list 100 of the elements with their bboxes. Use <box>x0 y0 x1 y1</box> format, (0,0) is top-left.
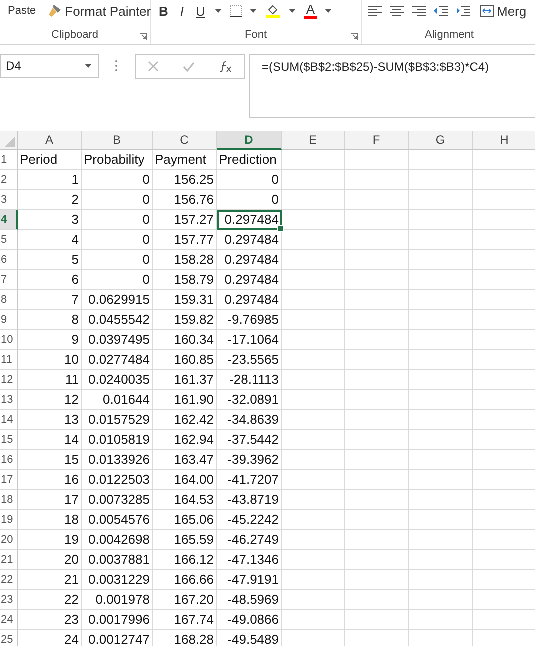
table-cell: 13 <box>18 410 82 430</box>
align-icon[interactable] <box>390 6 404 16</box>
table-cell: 0 <box>217 190 282 210</box>
name-box[interactable]: D4 <box>0 54 99 78</box>
paste-button[interactable]: Paste <box>6 5 38 17</box>
table-cell: 0.0133926 <box>82 450 153 470</box>
row-header[interactable]: 5 <box>0 230 18 250</box>
table-cell: 19 <box>18 530 82 550</box>
row-header[interactable]: 24 <box>0 610 18 630</box>
underline-button[interactable]: U <box>194 4 208 18</box>
borders-icon[interactable] <box>230 5 242 17</box>
table-cell: 10 <box>18 350 82 370</box>
table-cell: 12 <box>18 390 82 410</box>
table-cell: 5 <box>18 250 82 270</box>
align-icon[interactable] <box>412 6 426 16</box>
table-cell: 15 <box>18 450 82 470</box>
table-cell: 0.0042698 <box>82 530 153 550</box>
dialog-launcher-icon[interactable] <box>140 33 147 40</box>
row-header[interactable]: 23 <box>0 590 18 610</box>
row-header[interactable]: 19 <box>0 510 18 530</box>
row-header[interactable]: 11 <box>0 350 18 370</box>
format-painter-button[interactable]: Format Painter <box>46 4 154 18</box>
table-cell: 156.25 <box>153 170 217 190</box>
table-cell: 0.297484 <box>217 230 282 250</box>
table-cell: 0.0122503 <box>82 470 153 490</box>
table-cell: -45.2242 <box>217 510 282 530</box>
fill-color-icon[interactable] <box>265 4 282 18</box>
decrease-indent-icon[interactable] <box>434 6 448 16</box>
table-cell: Probability <box>82 150 153 170</box>
table-cell: 0 <box>217 170 282 190</box>
row-header[interactable]: 4 <box>0 210 18 230</box>
table-cell: -23.5565 <box>217 350 282 370</box>
table-cell: 168.28 <box>153 630 217 646</box>
table-cell: 0.0455542 <box>82 310 153 330</box>
table-cell: 2 <box>18 190 82 210</box>
row-header[interactable]: 12 <box>0 370 18 390</box>
table-cell: 17 <box>18 490 82 510</box>
row-header[interactable]: 6 <box>0 250 18 270</box>
table-cell: 0.0012747 <box>82 630 153 646</box>
row-header[interactable]: 2 <box>0 170 18 190</box>
column-header[interactable]: A <box>18 131 82 150</box>
dialog-launcher-icon[interactable] <box>351 33 358 40</box>
row-header[interactable]: 21 <box>0 550 18 570</box>
table-cell: 0.0031229 <box>82 570 153 590</box>
table-cell: 160.85 <box>153 350 217 370</box>
table-cell: -17.1064 <box>217 330 282 350</box>
column-header[interactable]: H <box>473 131 535 150</box>
function-icon[interactable] <box>219 60 232 72</box>
row-header[interactable]: 14 <box>0 410 18 430</box>
column-header[interactable]: G <box>409 131 473 150</box>
table-cell: -49.5489 <box>217 630 282 646</box>
table-cell: 161.90 <box>153 390 217 410</box>
table-cell: -41.7207 <box>217 470 282 490</box>
row-header[interactable]: 18 <box>0 490 18 510</box>
caret-icon <box>215 9 222 13</box>
table-cell: 0.0629915 <box>82 290 153 310</box>
table-cell: 8 <box>18 310 82 330</box>
increase-indent-icon[interactable] <box>456 6 470 16</box>
selected-cell: 0.297484 <box>217 210 282 230</box>
row-header[interactable]: 22 <box>0 570 18 590</box>
table-cell: 6 <box>18 270 82 290</box>
row-header[interactable]: 15 <box>0 430 18 450</box>
row-header[interactable]: 1 <box>0 150 18 170</box>
table-cell: 0.297484 <box>217 290 282 310</box>
caret-icon <box>250 9 258 13</box>
italic-button[interactable]: I <box>178 4 186 18</box>
table-cell: 166.66 <box>153 570 217 590</box>
column-header[interactable]: C <box>153 131 217 150</box>
column-header[interactable]: D <box>217 131 282 150</box>
row-header[interactable]: 16 <box>0 450 18 470</box>
table-cell: 3 <box>18 210 82 230</box>
font-color-button[interactable]: A <box>304 4 318 18</box>
row-header[interactable]: 13 <box>0 390 18 410</box>
more-icon[interactable] <box>115 60 118 72</box>
formula-field[interactable]: =(SUM($B$2:$B$25)-SUM($B$3:$B3)*C4) <box>249 54 535 118</box>
column-header[interactable]: B <box>82 131 153 150</box>
group-label: Alignment <box>424 29 475 43</box>
row-header[interactable]: 8 <box>0 290 18 310</box>
row-header[interactable]: 7 <box>0 270 18 290</box>
column-header[interactable]: E <box>282 131 345 150</box>
align-icon[interactable] <box>368 6 382 16</box>
row-header[interactable]: 25 <box>0 630 18 646</box>
table-cell: -32.0891 <box>217 390 282 410</box>
row-header[interactable]: 9 <box>0 310 18 330</box>
table-cell: Period <box>18 150 82 170</box>
checkmark-icon[interactable] <box>183 62 195 72</box>
bold-button[interactable]: B <box>157 4 170 18</box>
row-header[interactable]: 17 <box>0 470 18 490</box>
table-cell: 157.77 <box>153 230 217 250</box>
table-cell: 0 <box>82 250 153 270</box>
fill-handle[interactable] <box>277 225 284 232</box>
merge-icon <box>480 5 494 17</box>
table-cell: 14 <box>18 430 82 450</box>
merge-button[interactable]: Merg <box>478 4 529 18</box>
row-header[interactable]: 20 <box>0 530 18 550</box>
table-cell: 0.297484 <box>217 250 282 270</box>
column-header[interactable]: F <box>345 131 409 150</box>
caret-icon <box>325 9 332 13</box>
row-header[interactable]: 3 <box>0 190 18 210</box>
row-header[interactable]: 10 <box>0 330 18 350</box>
